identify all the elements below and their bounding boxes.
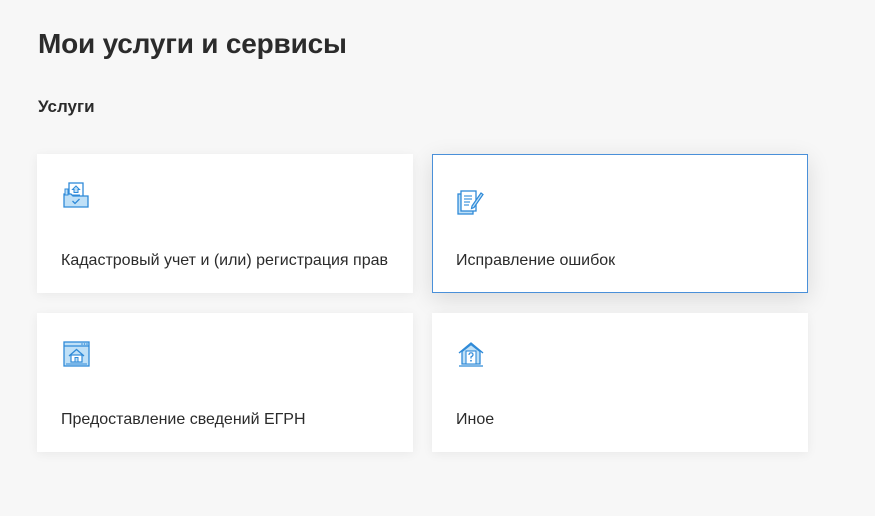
window-house-icon (61, 339, 91, 369)
house-question-icon (456, 339, 486, 369)
service-card-label: Исправление ошибок (456, 252, 616, 269)
service-card-error-correction[interactable]: Исправление ошибок (432, 154, 808, 293)
service-card-egrn-info[interactable]: Предоставление сведений ЕГРН (37, 313, 413, 452)
service-card-label: Иное (456, 411, 495, 428)
section-title: Услуги (38, 97, 95, 116)
service-card-other[interactable]: Иное (432, 313, 808, 452)
service-card-label: Предоставление сведений ЕГРН (61, 411, 306, 428)
page-title: Мои услуги и сервисы (38, 28, 347, 59)
folder-document-icon (61, 180, 91, 210)
document-edit-icon (455, 188, 485, 218)
service-card-cadastral-registration[interactable]: Кадастровый учет и (или) регистрация пра… (37, 154, 413, 293)
services-grid: Кадастровый учет и (или) регистрация пра… (37, 154, 808, 452)
service-card-label: Кадастровый учет и (или) регистрация пра… (61, 252, 388, 269)
